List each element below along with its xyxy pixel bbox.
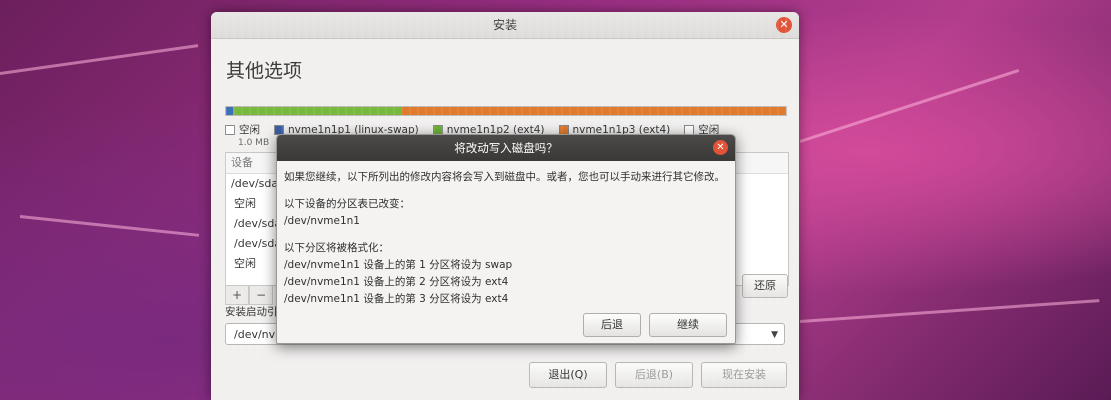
legend-swatch — [432, 124, 443, 135]
dialog-titlebar[interactable]: 将改动写入磁盘吗？ ✕ — [277, 135, 735, 161]
quit-button[interactable]: 退出(Q) — [529, 362, 607, 388]
legend-swatch — [558, 124, 569, 135]
partition-segment-p3 — [400, 107, 786, 115]
install-now-button[interactable]: 现在安装 — [701, 362, 787, 388]
list-item: /dev/nvme1n1 设备上的第 2 分区将设为 ext4 — [284, 276, 509, 288]
dialog-intro: 如果您继续，以下所列出的修改内容将会写入到磁盘中。或者，您也可以手动来进行其它修… — [284, 171, 725, 183]
legend-label: 空闲 — [239, 124, 260, 136]
wallpaper-streak — [0, 44, 199, 75]
page-title: 其他选项 — [226, 60, 303, 82]
partition-segment-free — [226, 107, 233, 115]
back-button[interactable]: 后退(B) — [615, 362, 693, 388]
remove-partition-button[interactable]: − — [249, 285, 273, 305]
wallpaper-streak — [799, 299, 1100, 323]
list-item: /dev/nvme1n1 设备上的第 1 分区将设为 swap — [284, 259, 513, 271]
dialog-title: 将改动写入磁盘吗？ — [454, 141, 558, 155]
revert-button[interactable]: 还原 — [742, 274, 788, 298]
legend-swatch — [225, 124, 235, 135]
dialog-close-icon[interactable]: ✕ — [713, 140, 728, 155]
dialog-body: 如果您继续，以下所列出的修改内容将会写入到磁盘中。或者，您也可以手动来进行其它修… — [277, 161, 735, 308]
add-partition-button[interactable]: + — [225, 285, 249, 305]
write-changes-dialog: 将改动写入磁盘吗？ ✕ 如果您继续，以下所列出的修改内容将会写入到磁盘中。或者，… — [276, 134, 736, 344]
dialog-section-title: 以下设备的分区表已改变： — [284, 198, 410, 210]
dialog-back-button[interactable]: 后退 — [583, 313, 641, 337]
wallpaper-streak — [19, 215, 200, 237]
legend-item: 空闲 — [225, 122, 260, 137]
legend-swatch — [684, 124, 695, 135]
partition-segment-p1 — [232, 107, 401, 115]
dialog-section-title: 以下分区将被格式化： — [284, 242, 389, 254]
list-item: /dev/nvme1n1 设备上的第 3 分区将设为 ext4 — [284, 293, 509, 305]
window-title: 安装 — [492, 18, 517, 32]
legend-free-size: 1.0 MB — [238, 138, 270, 148]
wallpaper-streak — [799, 68, 1020, 143]
chevron-down-icon: ▼ — [771, 330, 778, 340]
partition-bar — [225, 106, 787, 116]
list-item: /dev/nvme1n1 — [284, 215, 360, 227]
legend-swatch — [274, 124, 284, 135]
table-toolbar: + − — [225, 285, 273, 305]
dialog-button-row: 后退 继续 — [583, 313, 727, 337]
window-titlebar[interactable]: 安装 ✕ — [211, 12, 799, 39]
window-close-icon[interactable]: ✕ — [776, 17, 792, 33]
dialog-continue-button[interactable]: 继续 — [649, 313, 727, 337]
boot-loader-label: 安装启动引 — [225, 306, 278, 318]
